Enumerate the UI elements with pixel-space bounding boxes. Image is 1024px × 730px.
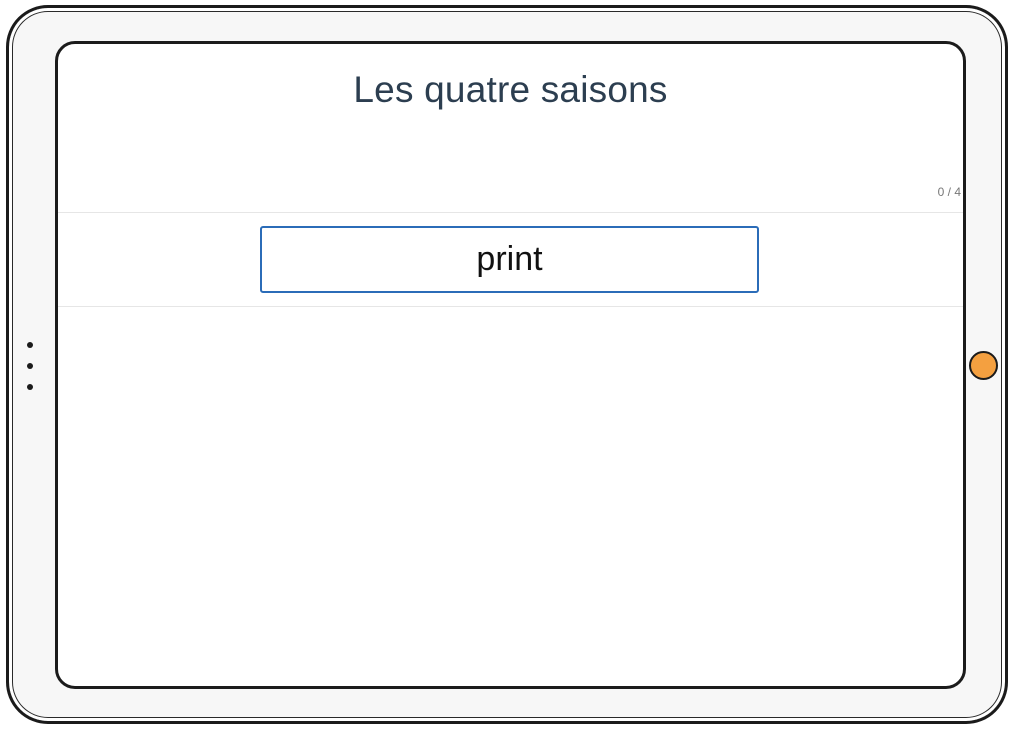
page-title: Les quatre saisons xyxy=(353,69,668,110)
camera-dots xyxy=(27,342,35,405)
answer-input[interactable] xyxy=(260,226,759,293)
app-screen: Les quatre saisons 0 / 4 xyxy=(55,41,966,689)
dot-1 xyxy=(27,342,33,348)
dot-2 xyxy=(27,363,33,369)
home-button[interactable] xyxy=(969,351,998,380)
progress-counter: 0 / 4 xyxy=(937,185,961,199)
dot-3 xyxy=(27,384,33,390)
answer-band xyxy=(58,212,963,307)
